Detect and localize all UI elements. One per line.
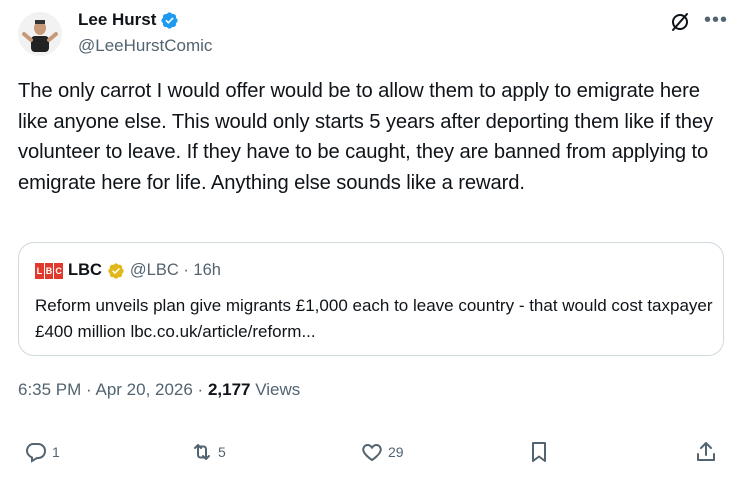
lbc-logo-letter: L — [35, 262, 44, 279]
repost-icon — [194, 444, 210, 460]
verified-badge-icon — [108, 262, 124, 279]
views-count: 2,177 — [207, 380, 251, 399]
repost-count: 5 — [218, 444, 226, 460]
verified-badge-icon — [161, 11, 179, 29]
like-button[interactable]: 29 — [360, 440, 404, 464]
like-count: 29 — [388, 444, 404, 460]
bookmark-button[interactable] — [527, 440, 551, 464]
quote-text: Reform unveils plan give migrants £1,000… — [35, 296, 713, 341]
bookmark-icon — [532, 442, 546, 462]
timestamp[interactable]: 6:35 PM · Apr 20, 2026 · — [18, 380, 208, 399]
views-label: Views — [250, 380, 301, 399]
share-button[interactable] — [694, 440, 718, 464]
like-icon — [362, 443, 382, 462]
quote-header: L B C LBC @LBC · 16h — [35, 261, 221, 280]
more-icon[interactable]: ••• — [704, 8, 728, 32]
author-row: Lee Hurst — [78, 10, 179, 30]
grok-icon[interactable] — [668, 10, 692, 34]
lbc-logo-letter: B — [44, 262, 54, 279]
avatar-image — [18, 12, 62, 56]
quote-author-name: LBC — [68, 261, 102, 279]
reply-button[interactable]: 1 — [24, 440, 60, 464]
quoted-tweet[interactable]: L B C LBC @LBC · 16h Reform unveils plan… — [18, 242, 724, 356]
quote-handle-time: @LBC · 16h — [129, 261, 221, 279]
repost-button[interactable]: 5 — [190, 440, 226, 464]
author-handle[interactable]: @LeeHurstComic — [78, 36, 212, 56]
lbc-logo: L B C — [35, 262, 64, 279]
lbc-logo-letter: C — [54, 262, 64, 279]
author-name[interactable]: Lee Hurst — [78, 10, 156, 30]
tweet-meta: 6:35 PM · Apr 20, 2026 · 2,177 Views — [18, 380, 300, 400]
share-icon — [697, 442, 715, 461]
avatar[interactable] — [18, 12, 62, 56]
reply-icon — [25, 443, 47, 463]
reply-count: 1 — [52, 444, 60, 460]
tweet-text: The only carrot I would offer would be t… — [18, 80, 713, 194]
action-bar: 1 5 29 — [0, 440, 744, 476]
